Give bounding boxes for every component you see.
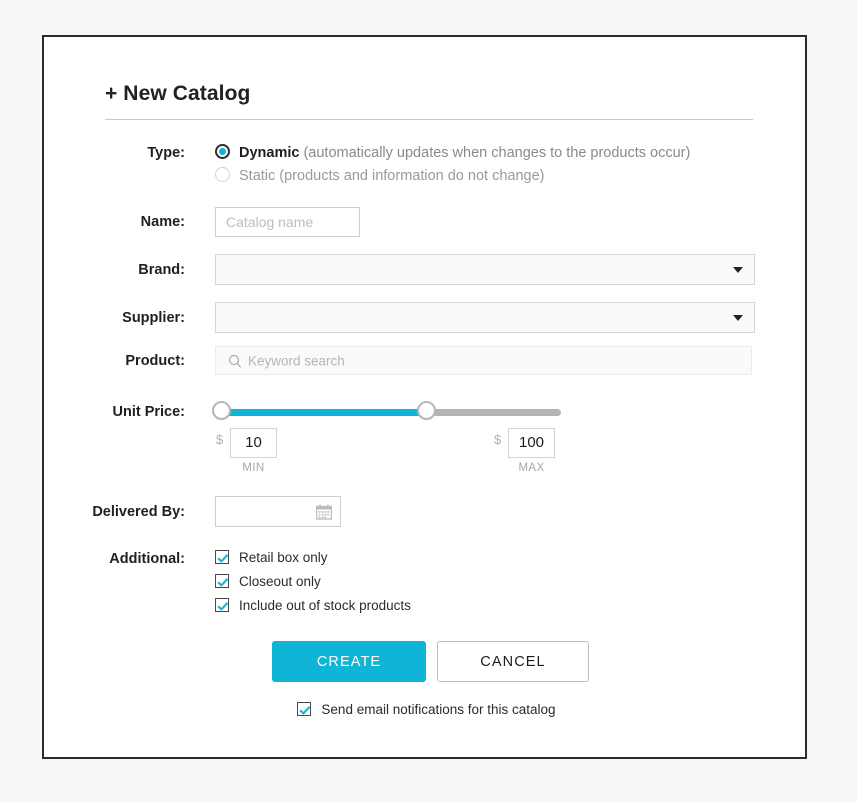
supplier-label: Supplier: — [122, 310, 185, 326]
product-placeholder: Keyword search — [248, 353, 345, 368]
search-icon — [229, 354, 241, 367]
min-price-input[interactable]: 10 — [230, 428, 277, 458]
checkbox-checked-icon[interactable] — [215, 549, 229, 564]
cancel-button[interactable]: CANCEL — [437, 641, 589, 682]
radio-dynamic-label: Dynamic — [239, 144, 300, 161]
additional-label: Additional: — [109, 551, 185, 567]
checkbox-label: Include out of stock products — [239, 598, 411, 614]
name-label: Name: — [140, 214, 185, 230]
min-caption: MIN — [242, 462, 265, 474]
checkbox-label: Retail box only — [239, 550, 328, 566]
name-input-spacer — [215, 207, 360, 237]
chevron-down-icon[interactable] — [733, 314, 743, 321]
slider-handle-min[interactable] — [212, 401, 232, 420]
page-title: + New Catalog — [105, 82, 251, 105]
type-label: Type: — [147, 145, 185, 161]
checkbox-checked-icon[interactable] — [297, 701, 312, 716]
email-notification-row[interactable]: Send email notifications for this catalo… — [44, 701, 809, 719]
radio-static-icon[interactable] — [215, 167, 230, 183]
chevron-down-icon[interactable] — [733, 266, 743, 273]
product-label: Product: — [125, 353, 185, 369]
checkbox-include-out-of-stock[interactable]: Include out of stock products — [215, 597, 411, 617]
slider-track-fill — [221, 409, 427, 416]
email-notification-label: Send email notifications for this catalo… — [321, 702, 556, 718]
max-price-input[interactable]: 100 — [508, 428, 555, 458]
slider-handle-max[interactable] — [416, 401, 436, 420]
max-currency-symbol: $ — [494, 432, 502, 447]
radio-static-label: Static (products and information do not … — [239, 167, 545, 184]
checkbox-label: Closeout only — [239, 574, 321, 590]
unit-price-label: Unit Price: — [112, 404, 185, 420]
checkbox-closeout-only[interactable]: Closeout only — [215, 573, 321, 593]
checkbox-retail-box-only[interactable]: Retail box only — [215, 549, 328, 569]
unit-price-slider[interactable] — [212, 401, 561, 423]
radio-option-static[interactable]: Static (products and information do not … — [215, 167, 544, 187]
supplier-select[interactable] — [215, 302, 755, 333]
product-search-input[interactable]: Keyword search — [215, 346, 752, 375]
checkbox-checked-icon[interactable] — [215, 597, 229, 612]
calendar-icon[interactable] — [316, 504, 332, 520]
max-caption: MAX — [518, 462, 545, 474]
delivered-by-label: Delivered By: — [92, 504, 185, 520]
create-button[interactable]: CREATE — [272, 641, 426, 682]
radio-dynamic-icon[interactable] — [215, 144, 230, 160]
title-divider — [105, 119, 753, 120]
new-catalog-card: + New Catalog Type: Dynamic (automaticall… — [42, 35, 807, 759]
brand-label: Brand: — [138, 262, 185, 278]
radio-dynamic-note: (automatically updates when changes to t… — [303, 144, 691, 161]
delivered-by-input[interactable] — [215, 496, 341, 527]
radio-option-dynamic[interactable]: Dynamic (automatically updates when chang… — [215, 144, 690, 164]
checkbox-checked-icon[interactable] — [215, 573, 229, 588]
min-currency-symbol: $ — [216, 432, 224, 447]
brand-select[interactable] — [215, 254, 755, 285]
